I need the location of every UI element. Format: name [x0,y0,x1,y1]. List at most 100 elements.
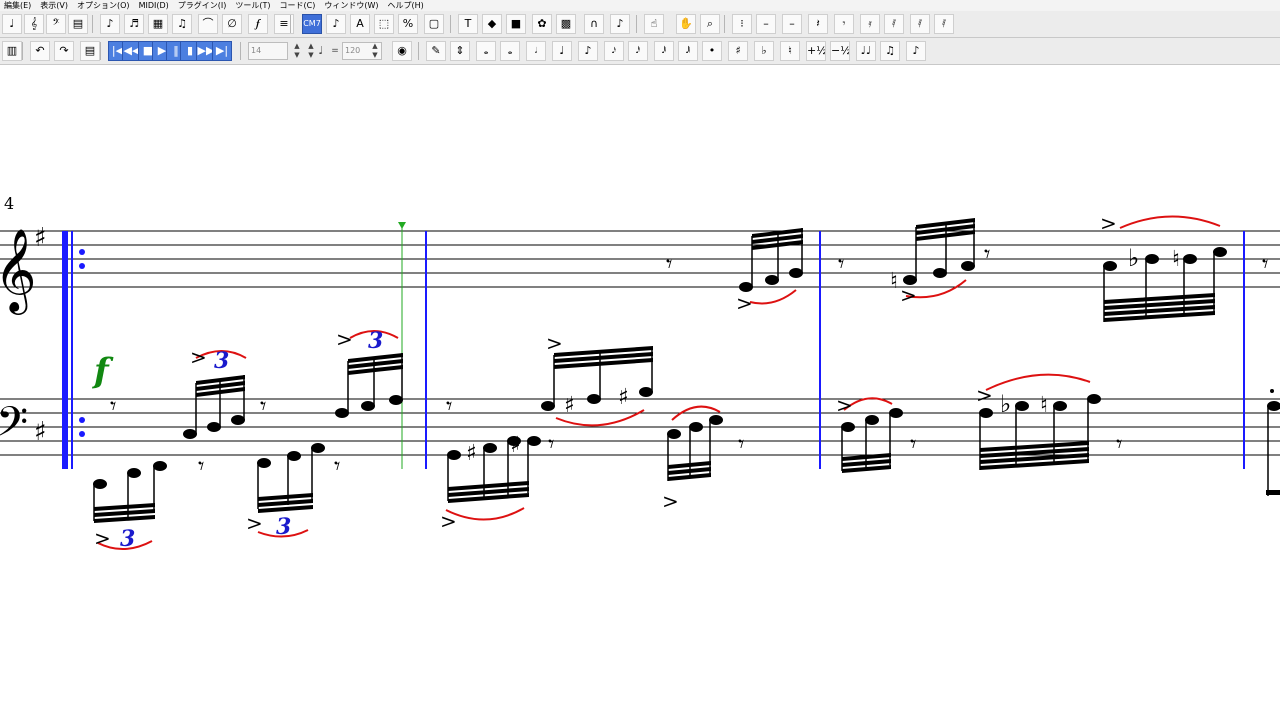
tempo-note-stepper[interactable]: ▲ ▼ [306,42,316,60]
toolbar-button[interactable]: ♪ [100,14,120,34]
toolbar-button[interactable]: ♬ [124,14,144,34]
menu-item[interactable]: 編集(E) [0,0,36,11]
treble-clef-icon: 𝄞 [0,227,37,315]
rest: 𝄾 [910,430,916,458]
toolbar-button[interactable]: 𝅘𝅥𝅰 [628,41,648,61]
toolbar-button[interactable]: ⌒ [198,14,218,34]
menu-item[interactable]: コード(C) [276,0,321,11]
toolbar-button[interactable]: 𝅘𝅥𝅲 [678,41,698,61]
toolbar-button[interactable]: ⇕ [450,41,470,61]
toolbar-button[interactable]: ∩ [584,14,604,34]
toolbar-button[interactable]: 𝅘𝅥𝅯 [604,41,624,61]
toolbar-button[interactable]: ⬚ [374,14,394,34]
toolbar-button[interactable]: 𝅝 [500,41,520,61]
toolbar-button[interactable]: 𝅝 [476,41,496,61]
toolbar-button[interactable]: +½ [806,41,826,61]
toolbar-separator [724,15,725,33]
rest: 𝄾 [1116,430,1122,458]
toolbar-button[interactable]: CM7 [302,14,322,34]
toolbar-button[interactable]: – [782,14,802,34]
toolbar-button[interactable]: ▦ [148,14,168,34]
toolbar-button[interactable]: ↶ [30,41,50,61]
toolbar-button[interactable]: ▤ [68,14,88,34]
toolbar-button[interactable]: 𝅗𝅥 [526,41,546,61]
natural-accidental: ♮ [1172,247,1180,272]
toolbar-button[interactable]: ▥ [2,41,22,61]
toolbar-button[interactable]: ◉ [392,41,412,61]
toolbar-button[interactable]: ✿ [532,14,552,34]
toolbar-button[interactable]: ☝ [644,14,664,34]
note-group [979,373,1101,470]
menu-item[interactable]: ウィンドウ(W) [320,0,383,11]
toolbar-button[interactable]: ♮ [780,41,800,61]
toolbar-button[interactable]: ♭ [754,41,774,61]
toolbar-button[interactable]: ♫ [172,14,192,34]
toolbar-button[interactable]: A [350,14,370,34]
toolbar-button[interactable]: ♩ [552,41,572,61]
toolbar-button[interactable]: 𝄾 [834,14,854,34]
rest: 𝄾 [984,240,990,268]
toolbar-button[interactable]: 𝅀 [884,14,904,34]
accent: > [246,511,263,535]
toolbar-button[interactable]: • [702,41,722,61]
tuplet-number: 3 [120,526,135,552]
toolbar-button[interactable]: – [756,14,776,34]
toolbar-button[interactable]: T [458,14,478,34]
toolbar-button[interactable]: −½ [830,41,850,61]
rest: 𝄾 [548,430,554,458]
toolbar-button[interactable]: ▤ [80,41,100,61]
toolbar-button[interactable]: ∅ [222,14,242,34]
toolbar-button[interactable]: 𝄞 [24,14,44,34]
beam [1266,490,1280,495]
menu-item[interactable]: 表示(V) [36,0,73,11]
toolbar-button[interactable]: ■ [506,14,526,34]
menu-item[interactable]: MIDI(D) [135,0,174,11]
toolbar-button[interactable]: 𝆑 [248,14,268,34]
rest: 𝄾 [738,430,744,458]
flat-accidental: ♭ [1128,244,1139,272]
menu-item[interactable]: ツール(T) [231,0,275,11]
toolbar-button[interactable]: 𝅀 [934,14,954,34]
toolbar-button[interactable]: ♫ [880,41,900,61]
toolbar-button[interactable]: ⁝ [732,14,752,34]
score-canvas[interactable]: 4 𝄞 𝄢 ♯ ♯ f > 3 > 3 𝄾 𝄾 > 3 𝄾 𝄾 > 3 𝄾 ♯ … [0,64,1280,720]
accent: > [546,331,563,355]
toolbar-button[interactable]: 𝄿 [860,14,880,34]
menu-item[interactable]: オプション(O) [73,0,135,11]
tempo-stepper[interactable]: ▲ ▼ [370,42,380,60]
tuplet-number: 3 [368,328,383,354]
toolbar-button[interactable]: 𝅀 [910,14,930,34]
toolbar-button[interactable]: 𝄢 [46,14,66,34]
toolbar-button[interactable]: ◆ [482,14,502,34]
toolbar-button[interactable]: ✎ [426,41,446,61]
toolbar-button[interactable]: ≡ [274,14,294,34]
toolbar-button[interactable]: 𝅘𝅥𝅱 [654,41,674,61]
toolbar-button[interactable]: % [398,14,418,34]
treble-staff [0,230,1280,288]
toolbar-button[interactable]: ✋ [676,14,696,34]
toolbar-button[interactable]: ↷ [54,41,74,61]
toolbar-button[interactable]: ♪ [326,14,346,34]
note-group [667,405,723,481]
transpose-stepper[interactable]: ▲ ▼ [292,42,302,60]
menu-item[interactable]: ヘルプ(H) [383,0,428,11]
toolbar-separator [290,15,291,33]
toolbar-separator [92,15,93,33]
toolbar-button[interactable]: ▢ [424,14,444,34]
measure-number: 4 [4,194,14,213]
toolbar-button[interactable]: ▶| [212,41,232,61]
toolbar-button[interactable]: ♪ [610,14,630,34]
transpose-input[interactable]: 14 [248,42,288,60]
toolbar-button[interactable]: ♯ [728,41,748,61]
toolbar-button[interactable]: ♩♩ [856,41,876,61]
toolbar-button[interactable]: ⌕ [700,14,720,34]
toolbar-button[interactable]: ▩ [556,14,576,34]
rest: 𝄾 [838,250,844,278]
staccato-dot [1270,389,1274,393]
toolbar-button[interactable]: 𝄽 [808,14,828,34]
toolbar-button[interactable]: ♪ [906,41,926,61]
toolbar-button[interactable]: ♪ [578,41,598,61]
menu-item[interactable]: プラグイン(I) [174,0,232,11]
rest: 𝄾 [260,392,266,420]
toolbar-button[interactable]: ♩ [2,14,22,34]
